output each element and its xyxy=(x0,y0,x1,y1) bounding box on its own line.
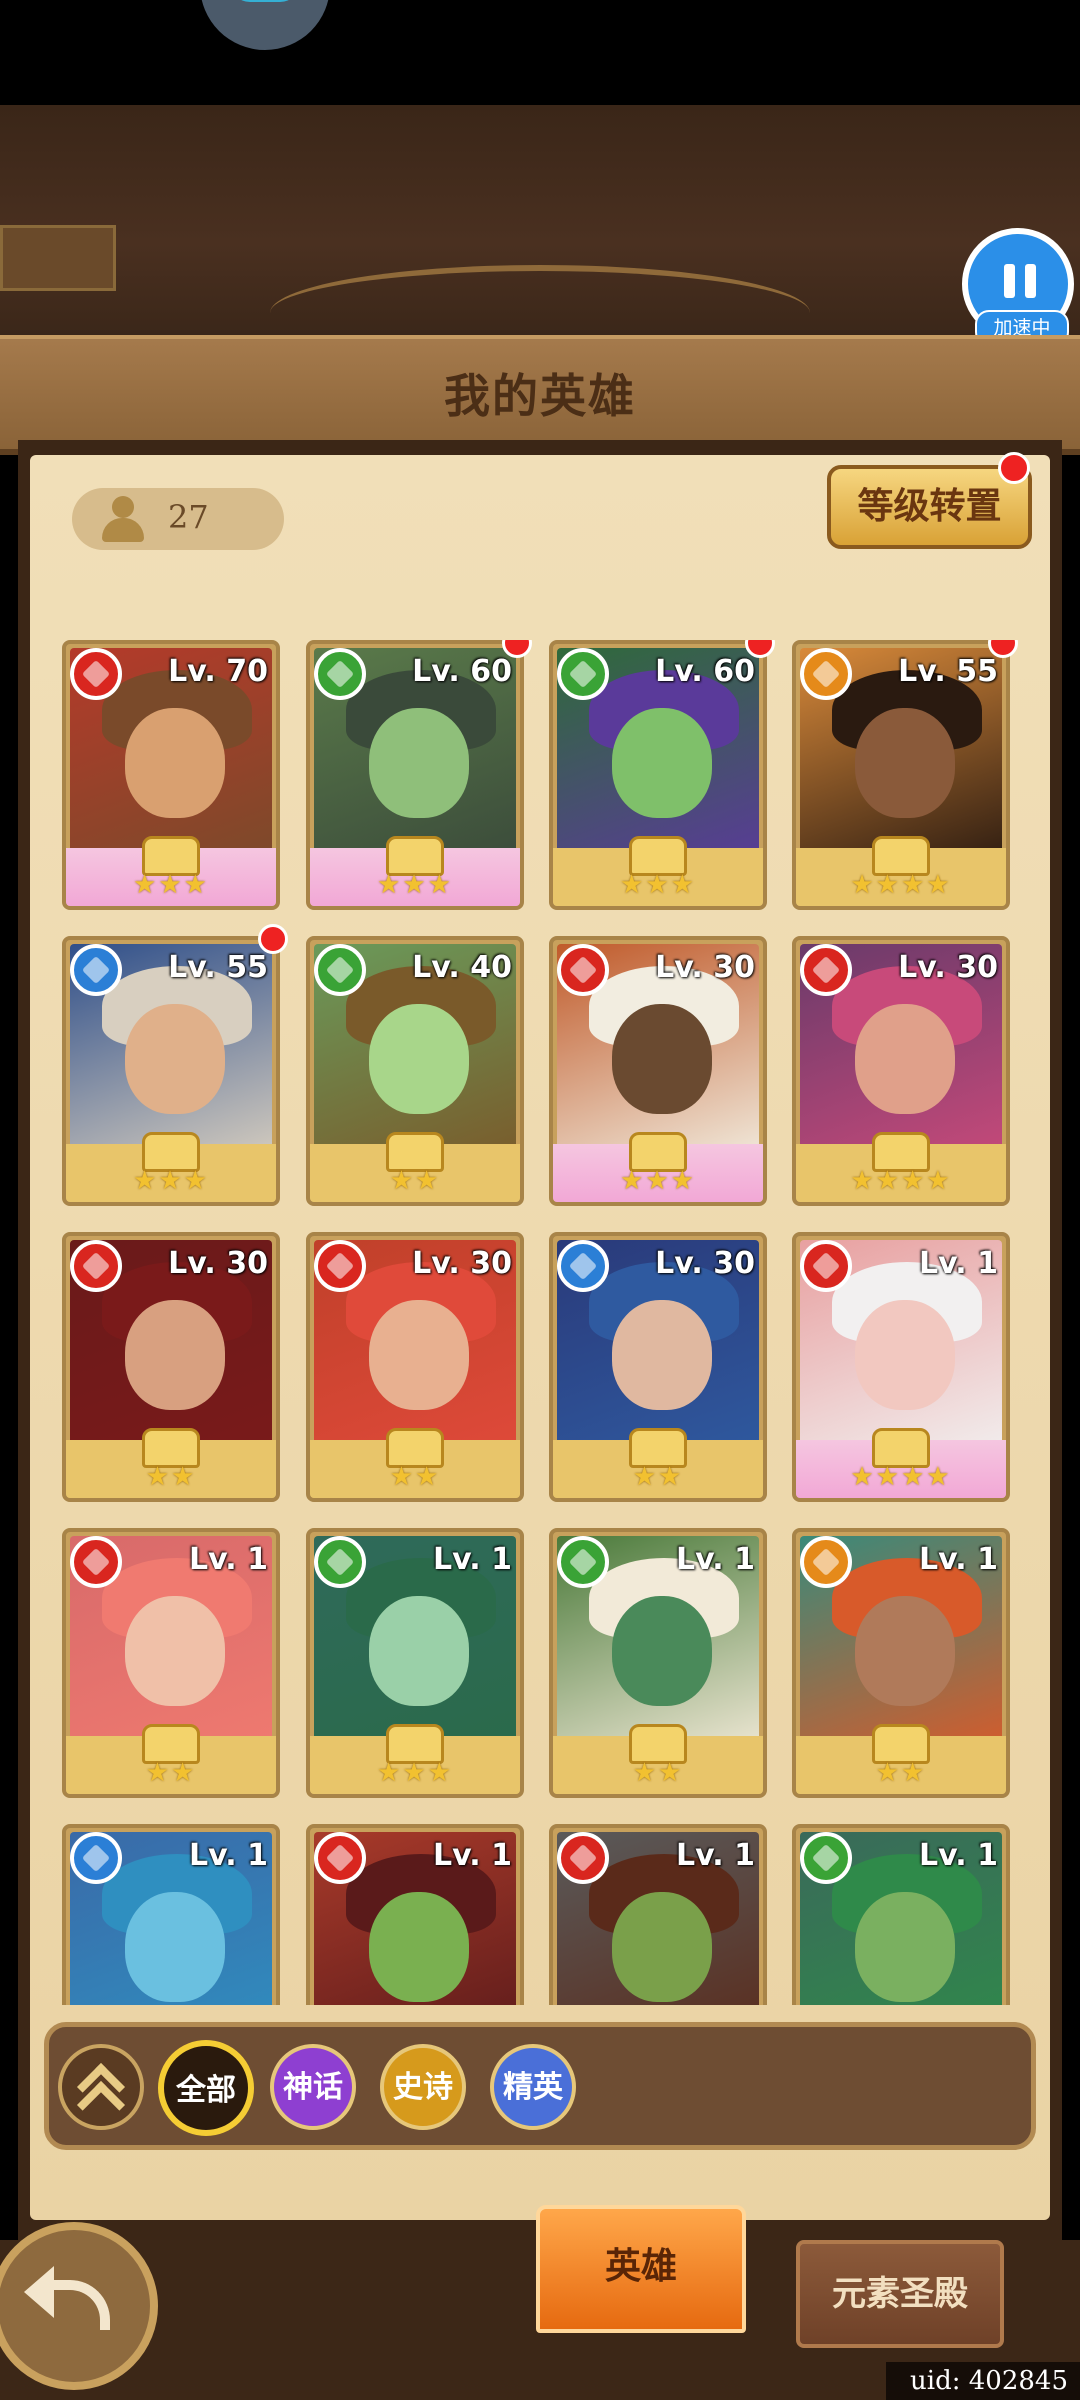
hero-card[interactable]: ★★★★ Lv. 30 xyxy=(792,936,1010,1206)
hero-stars: ★★★★ xyxy=(850,1462,952,1492)
hero-stars: ★★ xyxy=(632,1462,684,1492)
person-icon xyxy=(100,496,146,542)
notification-dot xyxy=(998,452,1030,484)
nature-element-icon xyxy=(800,1832,852,1884)
hero-card[interactable]: ★★ Lv. 30 xyxy=(549,1232,767,1502)
hero-card[interactable]: ★★★ Lv. 60 xyxy=(549,640,767,910)
hero-stars: ★★ xyxy=(389,1462,441,1492)
hero-level: Lv. 1 xyxy=(189,1542,268,1577)
fire-element-icon xyxy=(70,1240,122,1292)
water-element-icon xyxy=(557,1240,609,1292)
hero-level: Lv. 55 xyxy=(898,654,998,689)
fire-element-icon xyxy=(70,1536,122,1588)
hero-stars: ★★★★ xyxy=(850,1166,952,1196)
hero-level: Lv. 30 xyxy=(655,950,755,985)
hero-card[interactable]: ★★ Lv. 30 xyxy=(306,1232,524,1502)
hero-card[interactable]: ★★★★ Lv. 1 xyxy=(792,1232,1010,1502)
hero-level: Lv. 1 xyxy=(919,1246,998,1281)
hero-card[interactable]: ★★ Lv. 1 xyxy=(549,1528,767,1798)
hero-stars: ★★★ xyxy=(377,1758,453,1788)
hero-card[interactable]: ★★★★ Lv. 55 xyxy=(792,640,1010,910)
hero-card[interactable]: Lv. 1 xyxy=(62,1824,280,2005)
hero-stars: ★★★ xyxy=(377,870,453,900)
hero-card[interactable]: ★★★ Lv. 55 xyxy=(62,936,280,1206)
hero-stars: ★★★★ xyxy=(850,870,952,900)
hero-level: Lv. 60 xyxy=(412,654,512,689)
fire-element-icon xyxy=(70,648,122,700)
fire-element-icon xyxy=(557,1832,609,1884)
filter-myth-button[interactable]: 神话 xyxy=(270,2044,356,2130)
hero-count: 27 xyxy=(168,498,209,536)
hero-level: Lv. 40 xyxy=(412,950,512,985)
nature-element-icon xyxy=(557,648,609,700)
left-post xyxy=(0,225,116,291)
hero-card[interactable]: ★★★ Lv. 30 xyxy=(549,936,767,1206)
earth-element-icon xyxy=(800,648,852,700)
hero-level: Lv. 1 xyxy=(433,1838,512,1873)
hero-level: Lv. 55 xyxy=(168,950,268,985)
hero-card[interactable]: ★★★ Lv. 70 xyxy=(62,640,280,910)
fire-element-icon xyxy=(557,944,609,996)
pause-icon xyxy=(1004,264,1036,298)
fire-element-icon xyxy=(800,944,852,996)
hero-level: Lv. 70 xyxy=(168,654,268,689)
nature-element-icon xyxy=(314,944,366,996)
nature-element-icon xyxy=(314,1536,366,1588)
hero-card[interactable]: ★★★ Lv. 60 xyxy=(306,640,524,910)
collapse-chevron-button[interactable] xyxy=(58,2044,144,2130)
hero-stars: ★★ xyxy=(875,1758,927,1788)
hero-level: Lv. 1 xyxy=(919,1542,998,1577)
hero-stars: ★★★ xyxy=(133,1166,209,1196)
hero-level: Lv. 1 xyxy=(676,1838,755,1873)
hero-stars: ★★ xyxy=(389,1166,441,1196)
tab-element-temple[interactable]: 元素圣殿 xyxy=(796,2240,1004,2348)
water-element-icon xyxy=(70,944,122,996)
hero-level: Lv. 30 xyxy=(168,1246,268,1281)
hero-level: Lv. 1 xyxy=(919,1838,998,1873)
hero-stars: ★★ xyxy=(145,1462,197,1492)
hero-level: Lv. 30 xyxy=(655,1246,755,1281)
hero-grid[interactable]: ★★★ Lv. 70 ★★★ Lv. 60 ★★★ Lv. 60 ★★★★ Lv. 55 ★★★… xyxy=(62,640,1022,2005)
hero-card[interactable]: Lv. 1 xyxy=(306,1824,524,2005)
hero-level: Lv. 1 xyxy=(433,1542,512,1577)
fire-element-icon xyxy=(314,1832,366,1884)
hero-card[interactable]: ★★ Lv. 40 xyxy=(306,936,524,1206)
fire-element-icon xyxy=(314,1240,366,1292)
status-bar xyxy=(0,0,1080,105)
hero-card[interactable]: ★★★ Lv. 1 xyxy=(306,1528,524,1798)
nature-element-icon xyxy=(314,648,366,700)
top-wood-decoration xyxy=(0,105,1080,448)
filter-epic-button[interactable]: 史诗 xyxy=(380,2044,466,2130)
tab-heroes[interactable]: 英雄 xyxy=(536,2205,746,2333)
hero-stars: ★★★ xyxy=(620,870,696,900)
hero-stars: ★★ xyxy=(632,1758,684,1788)
hero-level: Lv. 30 xyxy=(412,1246,512,1281)
hero-level: Lv. 1 xyxy=(189,1838,268,1873)
earth-element-icon xyxy=(800,1536,852,1588)
notification-dot xyxy=(258,924,288,954)
hero-stars: ★★★ xyxy=(620,1166,696,1196)
nature-element-icon xyxy=(557,1536,609,1588)
hero-card[interactable]: ★★ Lv. 1 xyxy=(792,1528,1010,1798)
hero-level: Lv. 1 xyxy=(676,1542,755,1577)
filter-all-button[interactable]: 全部 xyxy=(158,2040,254,2136)
hero-card[interactable]: Lv. 1 xyxy=(792,1824,1010,2005)
hero-stars: ★★★ xyxy=(133,870,209,900)
hero-card[interactable]: ★★ Lv. 30 xyxy=(62,1232,280,1502)
hero-level: Lv. 30 xyxy=(898,950,998,985)
hero-level: Lv. 60 xyxy=(655,654,755,689)
page-title: 我的英雄 xyxy=(444,369,636,423)
hero-card[interactable]: ★★ Lv. 1 xyxy=(62,1528,280,1798)
filter-elite-button[interactable]: 精英 xyxy=(490,2044,576,2130)
user-id-label: uid: 402845 xyxy=(886,2362,1080,2400)
hero-stars: ★★ xyxy=(145,1758,197,1788)
water-element-icon xyxy=(70,1832,122,1884)
fire-element-icon xyxy=(800,1240,852,1292)
hero-card[interactable]: Lv. 1 xyxy=(549,1824,767,2005)
